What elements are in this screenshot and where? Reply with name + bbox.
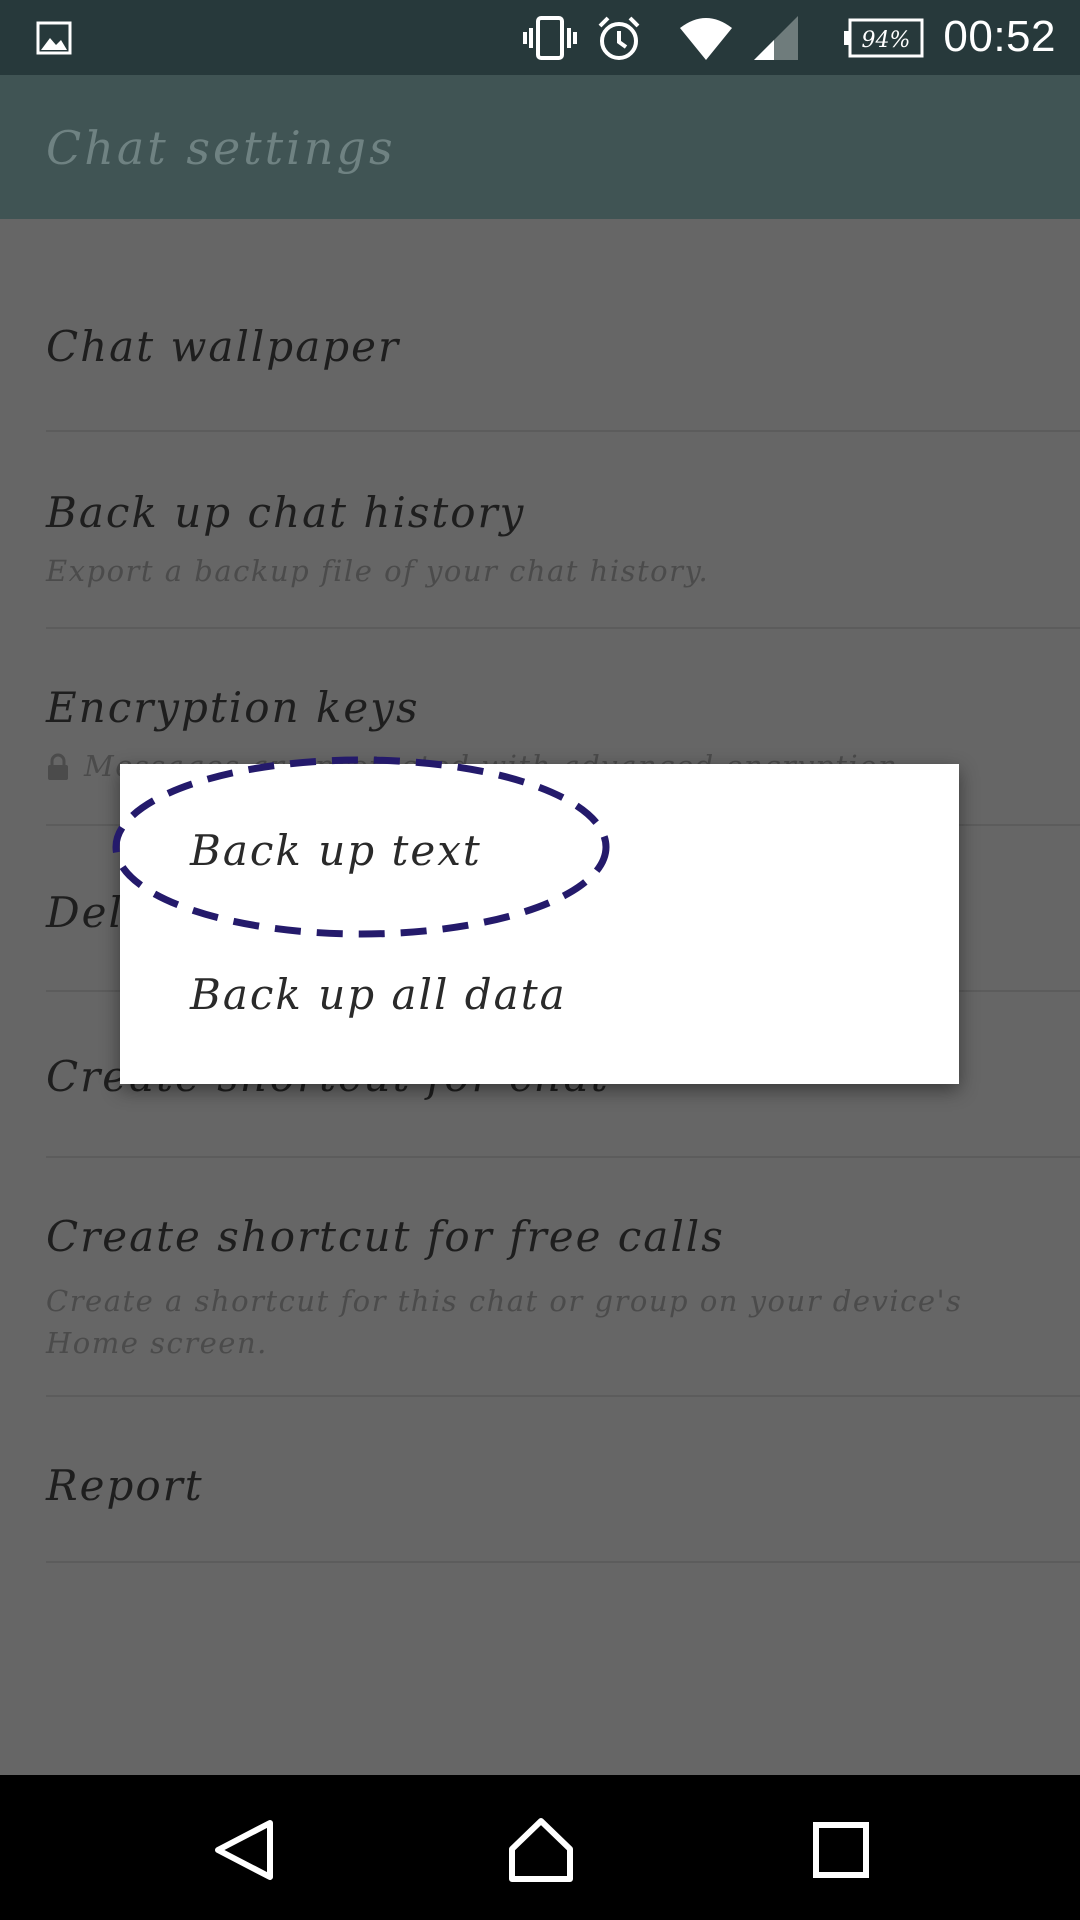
setting-subtitle-line-2: Home screen. [46, 1326, 268, 1360]
vibrate-icon [523, 16, 577, 60]
setting-title: Report [46, 1461, 204, 1510]
setting-title: Encryption keys [46, 683, 420, 732]
setting-title: Back up chat history [46, 488, 526, 537]
setting-backup-chat-history[interactable]: Back up chat history Export a backup fil… [46, 430, 1080, 629]
page-title: Chat settings [46, 121, 396, 175]
back-icon[interactable] [208, 1815, 278, 1885]
battery-icon: 94% [844, 18, 924, 58]
option-back-up-text[interactable]: Back up text [190, 826, 482, 875]
screen: 94% 00:52 Chat settings Chat wallpaper B… [0, 0, 1080, 1920]
recents-icon[interactable] [806, 1815, 876, 1885]
app-bar: Chat settings [0, 75, 1080, 219]
battery-percent: 94% [862, 28, 911, 53]
setting-title: Chat wallpaper [46, 322, 401, 371]
option-back-up-all-data[interactable]: Back up all data [190, 970, 567, 1019]
navigation-bar [0, 1775, 1080, 1920]
setting-title: Create shortcut for free calls [46, 1212, 725, 1261]
alarm-icon [598, 16, 640, 60]
setting-chat-wallpaper[interactable]: Chat wallpaper [46, 219, 1080, 432]
backup-options-dialog: Back up text Back up all data [120, 764, 959, 1084]
status-bar: 94% 00:52 [0, 0, 1080, 75]
setting-create-shortcut-calls[interactable]: Create shortcut for free calls Create a … [46, 1156, 1080, 1397]
wifi-icon [680, 18, 732, 60]
setting-subtitle: Export a backup file of your chat histor… [46, 554, 710, 588]
lock-icon [48, 753, 68, 780]
home-icon[interactable] [506, 1815, 576, 1885]
gallery-icon [36, 21, 72, 55]
clock: 00:52 [943, 12, 1056, 61]
signal-icon [754, 16, 798, 60]
setting-subtitle-line-1: Create a shortcut for this chat or group… [46, 1284, 963, 1318]
setting-report[interactable]: Report [46, 1395, 1080, 1563]
